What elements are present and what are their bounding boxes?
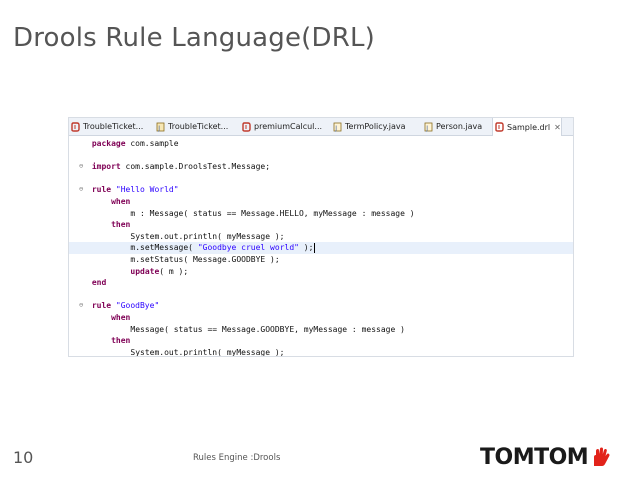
code-keyword: when bbox=[111, 197, 131, 206]
page-number: 10 bbox=[13, 448, 34, 467]
code-keyword: then bbox=[111, 336, 131, 346]
svg-text:J: J bbox=[334, 125, 337, 132]
code-text: m : Message( status == Message.HELLO, my… bbox=[130, 208, 415, 218]
code-string: "GoodBye" bbox=[115, 301, 160, 311]
slide-title: Drools Rule Language(DRL) bbox=[13, 23, 376, 53]
code-keyword: end bbox=[91, 278, 107, 288]
code-line: update( m ); bbox=[69, 266, 573, 278]
editor-tab-label: TermPolicy.java bbox=[345, 122, 406, 131]
code-line: m.setMessage( "Goodbye cruel world" ); bbox=[69, 242, 573, 254]
code-text: Message( status == Message.GOODBYE, myMe… bbox=[130, 324, 405, 334]
editor-tab[interactable]: J TermPolicy.java bbox=[331, 118, 406, 135]
code-line: then bbox=[69, 219, 573, 231]
editor-tab-label: TroubleTicket... bbox=[83, 122, 144, 131]
text-cursor bbox=[314, 242, 316, 253]
java-file-icon: J bbox=[333, 122, 342, 132]
code-string: "Goodbye cruel world" bbox=[197, 243, 299, 253]
code-line: ⊖ rule "GoodBye" bbox=[69, 300, 573, 312]
code-text: com.sample bbox=[125, 139, 179, 148]
code-line: when bbox=[69, 312, 573, 324]
code-line: package com.sample bbox=[69, 138, 573, 150]
logo-text: TOMTOM bbox=[480, 444, 589, 470]
close-tab-icon[interactable]: ✕ bbox=[554, 123, 561, 132]
code-line: m : Message( status == Message.HELLO, my… bbox=[69, 208, 573, 220]
java-file-icon: J bbox=[424, 122, 433, 132]
code-text: m.setStatus( Message.GOODBYE ); bbox=[130, 255, 280, 264]
code-line: System.out.println( myMessage ); bbox=[69, 231, 573, 243]
editor-tab[interactable]: TroubleTicket... bbox=[69, 118, 143, 135]
code-editor[interactable]: TroubleTicket... J TroubleTicket... premium… bbox=[68, 117, 574, 357]
svg-text:J: J bbox=[157, 125, 160, 132]
code-text: ); bbox=[298, 243, 314, 253]
editor-tab[interactable]: J TroubleTicket... bbox=[154, 118, 228, 135]
code-line: System.out.println( myMessage ); bbox=[69, 347, 573, 357]
fold-toggle-icon[interactable]: ⊖ bbox=[79, 161, 87, 173]
code-text: com.sample.DroolsTest.Message; bbox=[120, 162, 271, 172]
code-line: ⊖ rule "Hello World" bbox=[69, 184, 573, 196]
code-line: Message( status == Message.GOODBYE, myMe… bbox=[69, 324, 573, 336]
code-keyword: rule bbox=[91, 185, 112, 195]
code-text: System.out.println( myMessage ); bbox=[130, 231, 285, 241]
editor-tab[interactable]: Sample.drl ✕ bbox=[492, 118, 562, 136]
editor-tab-bar: TroubleTicket... J TroubleTicket... premium… bbox=[69, 118, 573, 136]
drools-rule-icon bbox=[242, 121, 251, 132]
code-line: then bbox=[69, 335, 573, 347]
code-text: m.setMessage( bbox=[130, 243, 198, 253]
java-class-icon: J bbox=[156, 122, 165, 132]
code-line: end bbox=[69, 277, 573, 289]
code-area[interactable]: package com.sample ⊖ import com.sample.Dro… bbox=[69, 136, 573, 356]
code-keyword: rule bbox=[91, 301, 112, 311]
fold-toggle-icon[interactable]: ⊖ bbox=[79, 184, 87, 196]
code-keyword: then bbox=[111, 220, 131, 230]
code-string: "Hello World" bbox=[115, 185, 179, 195]
editor-tab[interactable]: premiumCalcul... bbox=[240, 118, 322, 135]
fold-toggle-icon[interactable]: ⊖ bbox=[79, 300, 87, 312]
code-keyword: import bbox=[91, 162, 121, 172]
editor-tab-label: Sample.drl bbox=[507, 122, 551, 132]
code-line: ⊖ import com.sample.DroolsTest.Message; bbox=[69, 161, 573, 173]
editor-tab-label: Person.java bbox=[436, 122, 483, 131]
code-text: ( m ); bbox=[159, 266, 189, 276]
code-line: when bbox=[69, 196, 573, 208]
code-keyword: update bbox=[130, 266, 160, 276]
editor-tab-label: premiumCalcul... bbox=[254, 122, 323, 131]
tomtom-hand-icon bbox=[594, 447, 610, 466]
code-keyword: package bbox=[91, 139, 126, 148]
editor-tab[interactable]: J Person.java bbox=[422, 118, 482, 135]
code-text: System.out.println( myMessage ); bbox=[130, 347, 285, 357]
drools-rule-icon bbox=[495, 122, 504, 132]
drools-rule-icon bbox=[71, 121, 80, 132]
tomtom-logo: TOMTOM bbox=[480, 444, 612, 470]
editor-tab-label: TroubleTicket... bbox=[168, 122, 229, 131]
code-keyword: when bbox=[111, 313, 131, 322]
code-line: m.setStatus( Message.GOODBYE ); bbox=[69, 254, 573, 266]
svg-text:J: J bbox=[425, 125, 428, 132]
footer-text: Rules Engine :Drools bbox=[193, 453, 281, 463]
